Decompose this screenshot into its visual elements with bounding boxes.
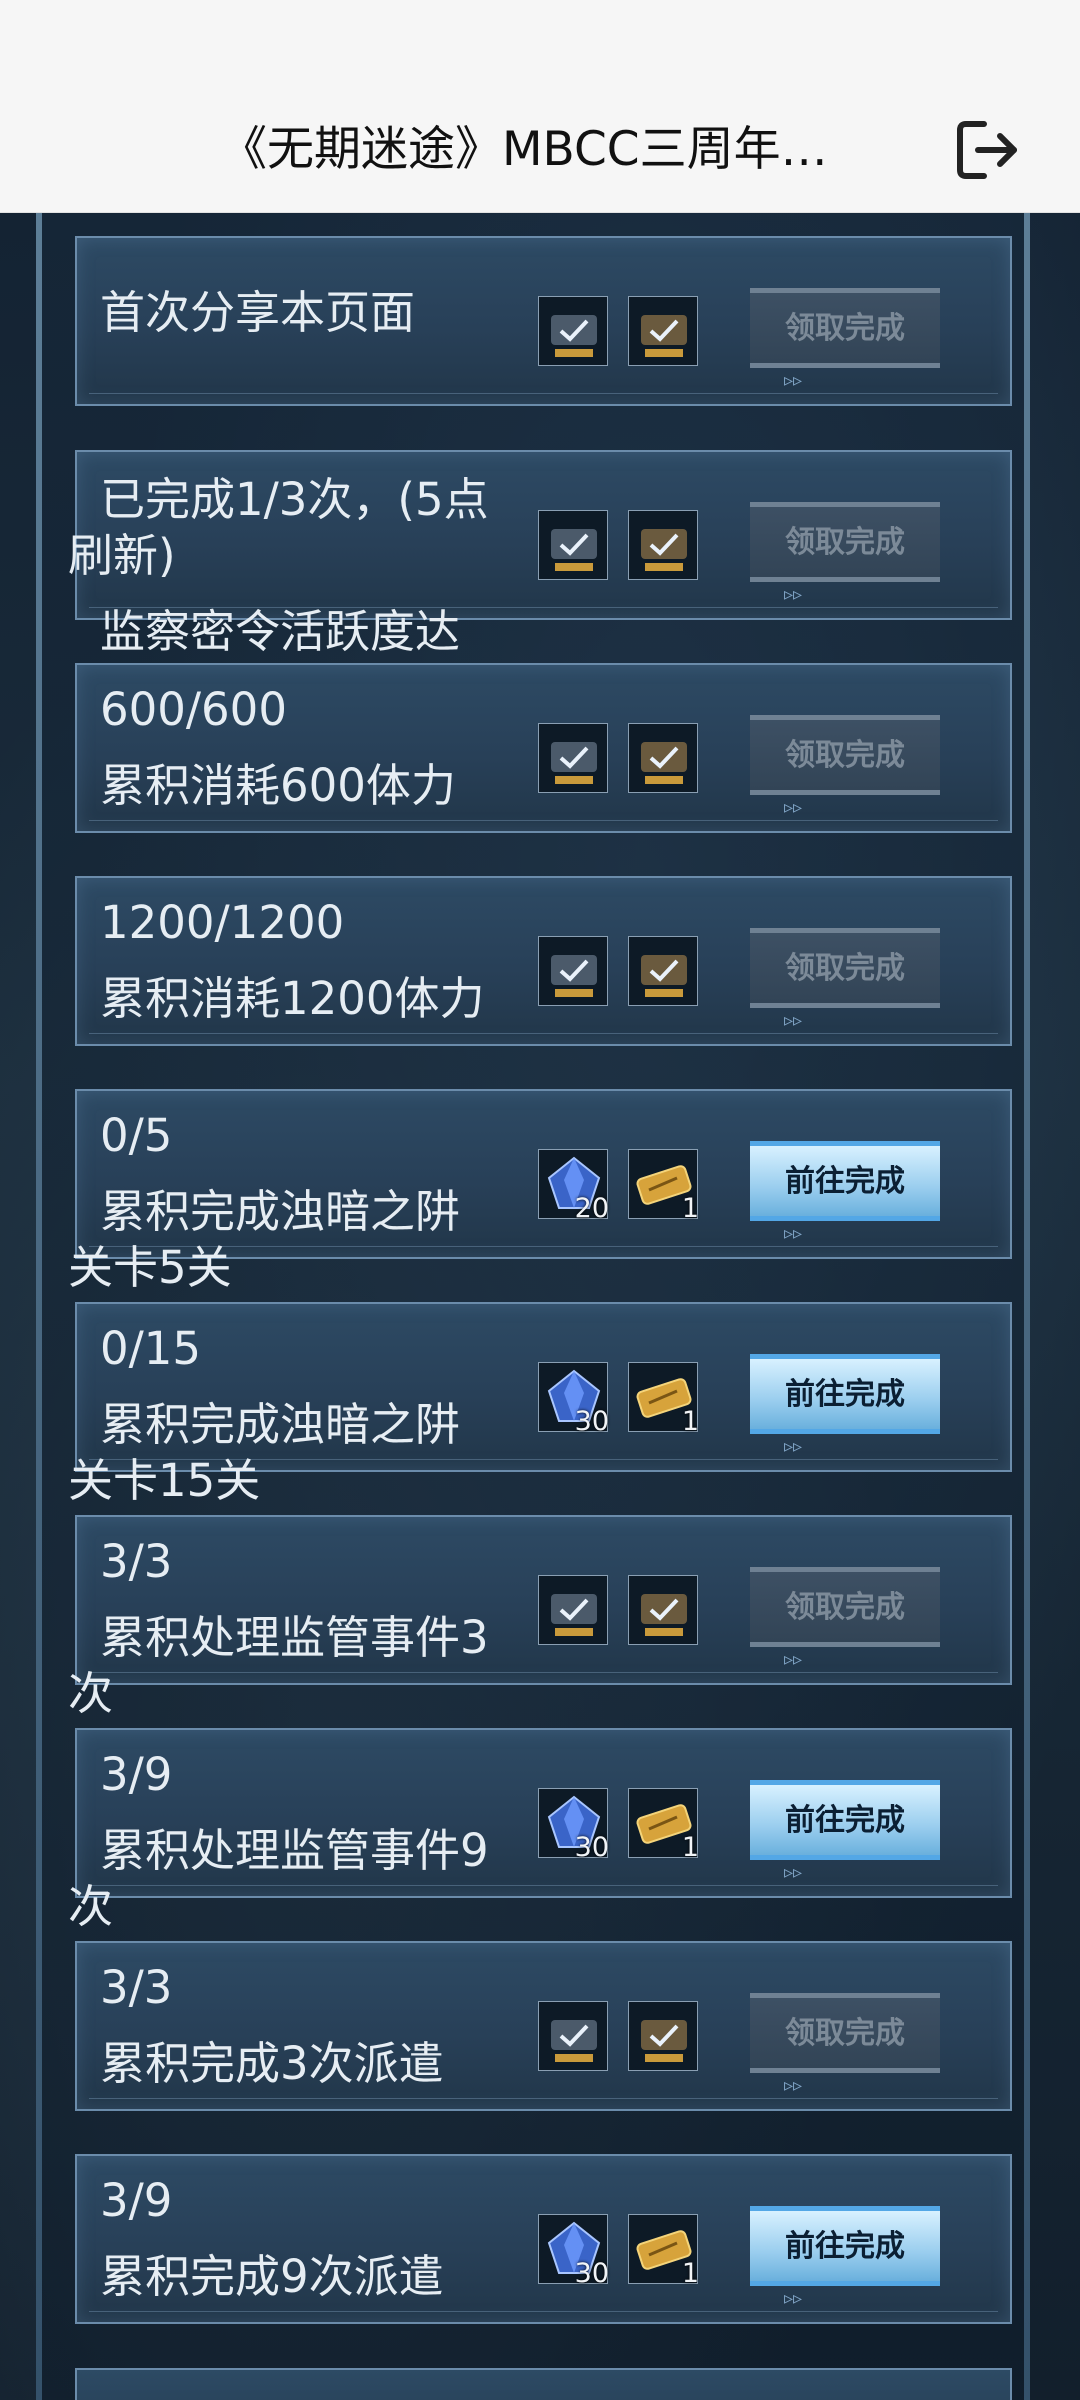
- exit-icon: [957, 121, 1017, 179]
- task-desc: 累积消耗600体力: [100, 759, 456, 812]
- top-bar: 《无期迷途》MBCC三周年…: [0, 0, 1080, 213]
- reward-claimed[interactable]: [628, 936, 698, 1006]
- double-arrow-icon: ▹▹: [784, 1223, 803, 1244]
- double-arrow-icon: ▹▹: [784, 797, 803, 818]
- reward-claimed[interactable]: [628, 1575, 698, 1645]
- task-desc: 累积完成3次派遣: [100, 2037, 444, 2090]
- task-desc: 累积处理监管事件9: [100, 1824, 489, 1877]
- double-arrow-icon: ▹▹: [784, 2075, 803, 2096]
- task-list-page: 首次分享本页面 已完成1/3次，(5点 刷新) 监察密令活跃度达 600/600…: [0, 213, 1080, 2400]
- check-icon: [641, 742, 687, 784]
- check-icon: [551, 955, 597, 997]
- task-title-wrap: 刷新): [68, 529, 176, 582]
- task-desc: 累积完成浊暗之阱: [100, 1398, 461, 1451]
- task-desc: 累积消耗1200体力: [100, 972, 485, 1025]
- check-icon: [551, 742, 597, 784]
- task-title: 已完成1/3次，(5点: [100, 473, 489, 526]
- go-complete-button[interactable]: 前往完成: [750, 1354, 940, 1434]
- frame-rail-left: [36, 213, 42, 2400]
- task-desc: 累积完成浊暗之阱: [100, 1185, 461, 1238]
- claimed-button[interactable]: 领取完成: [750, 288, 940, 368]
- check-icon: [551, 529, 597, 571]
- go-complete-button[interactable]: 前往完成: [750, 2206, 940, 2286]
- task-desc: 累积处理监管事件3: [100, 1611, 489, 1664]
- check-icon: [641, 2020, 687, 2062]
- go-complete-button[interactable]: 前往完成: [750, 1141, 940, 1221]
- task-progress: 0/15: [100, 1322, 202, 1375]
- check-icon: [641, 1594, 687, 1636]
- check-icon: [641, 955, 687, 997]
- exit-button[interactable]: [952, 118, 1024, 182]
- reward-claimed[interactable]: [538, 510, 608, 580]
- check-icon: [641, 529, 687, 571]
- task-desc-wrap: 次: [68, 1880, 114, 1933]
- reward-crystal[interactable]: 20: [538, 1149, 609, 1224]
- reward-ticket[interactable]: 1: [628, 1149, 699, 1224]
- double-arrow-icon: ▹▹: [784, 1010, 803, 1031]
- claimed-button[interactable]: 领取完成: [750, 502, 940, 582]
- frame-rail-right: [1024, 213, 1030, 2400]
- task-row-partial: [75, 2368, 1012, 2400]
- reward-crystal[interactable]: 30: [538, 1788, 609, 1863]
- task-desc-wrap: 关卡5关: [68, 1241, 232, 1294]
- check-icon: [551, 2020, 597, 2062]
- reward-claimed[interactable]: [538, 1575, 608, 1645]
- task-progress: 1200/1200: [100, 896, 345, 949]
- reward-count: 30: [574, 2258, 609, 2289]
- reward-claimed[interactable]: [628, 2001, 698, 2071]
- claimed-button[interactable]: 领取完成: [750, 928, 940, 1008]
- reward-ticket[interactable]: 1: [628, 1362, 699, 1437]
- task-desc: 累积完成9次派遣: [100, 2250, 444, 2303]
- reward-count: 1: [681, 2258, 699, 2289]
- go-complete-button[interactable]: 前往完成: [750, 1780, 940, 1860]
- task-title: 监察密令活跃度达: [100, 605, 461, 658]
- double-arrow-icon: ▹▹: [784, 1436, 803, 1457]
- reward-claimed[interactable]: [538, 723, 608, 793]
- double-arrow-icon: ▹▹: [784, 1862, 803, 1883]
- reward-crystal[interactable]: 30: [538, 2214, 609, 2289]
- reward-count: 1: [681, 1193, 699, 1224]
- reward-claimed[interactable]: [538, 2001, 608, 2071]
- check-icon: [551, 1594, 597, 1636]
- claimed-button[interactable]: 领取完成: [750, 715, 940, 795]
- task-desc-wrap: 关卡15关: [68, 1454, 261, 1507]
- claimed-button[interactable]: 领取完成: [750, 1567, 940, 1647]
- reward-count: 1: [681, 1832, 699, 1863]
- reward-claimed[interactable]: [628, 510, 698, 580]
- claimed-button[interactable]: 领取完成: [750, 1993, 940, 2073]
- reward-crystal[interactable]: 30: [538, 1362, 609, 1437]
- reward-claimed[interactable]: [538, 936, 608, 1006]
- double-arrow-icon: ▹▹: [784, 584, 803, 605]
- task-progress: 0/5: [100, 1109, 173, 1162]
- page-title: 《无期迷途》MBCC三周年…: [220, 122, 828, 177]
- task-progress: 3/3: [100, 1961, 173, 2014]
- task-progress: 3/9: [100, 1748, 173, 1801]
- reward-count: 30: [574, 1406, 609, 1437]
- double-arrow-icon: ▹▹: [784, 370, 803, 391]
- task-progress: 3/9: [100, 2174, 173, 2227]
- double-arrow-icon: ▹▹: [784, 2288, 803, 2309]
- reward-count: 30: [574, 1832, 609, 1863]
- double-arrow-icon: ▹▹: [784, 1649, 803, 1670]
- task-desc-wrap: 次: [68, 1667, 114, 1720]
- task-progress: 600/600: [100, 683, 287, 736]
- reward-count: 20: [574, 1193, 609, 1224]
- task-progress: 3/3: [100, 1535, 173, 1588]
- check-icon: [551, 315, 597, 357]
- reward-ticket[interactable]: 1: [628, 1788, 699, 1863]
- reward-claimed[interactable]: [538, 296, 608, 366]
- check-icon: [641, 315, 687, 357]
- reward-claimed[interactable]: [628, 723, 698, 793]
- task-title: 首次分享本页面: [100, 286, 416, 339]
- reward-claimed[interactable]: [628, 296, 698, 366]
- reward-count: 1: [681, 1406, 699, 1437]
- reward-ticket[interactable]: 1: [628, 2214, 699, 2289]
